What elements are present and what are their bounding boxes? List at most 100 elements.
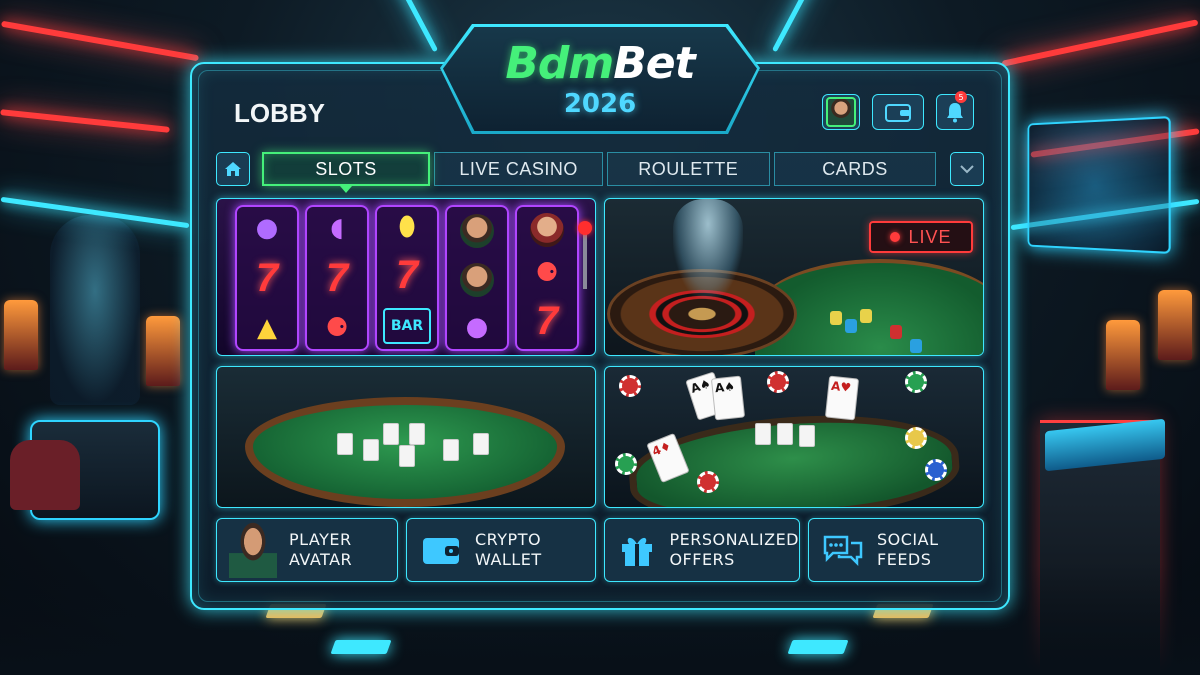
feature-player-avatar[interactable]: PLAYER AVATAR: [216, 518, 398, 582]
poker-chip: [925, 459, 947, 481]
slot-symbol-seven: 7: [255, 255, 279, 300]
poker-chip: [619, 375, 641, 397]
feature-icon-wrap: [617, 528, 657, 572]
chevron-down-icon: [960, 165, 974, 174]
playing-card: [799, 425, 815, 447]
feature-icon-wrap: [419, 528, 463, 572]
logo-wordmark: BdmBet: [505, 38, 695, 89]
chip-stack: [860, 309, 872, 323]
slot-machine: [146, 316, 180, 386]
slot-symbol-seven: 7: [325, 255, 349, 300]
hologram-dealer: [673, 199, 743, 299]
character-portrait-icon: [460, 262, 494, 297]
neon-light-cyan: [381, 0, 439, 53]
poker-chip: [767, 371, 789, 393]
plum-icon: ●: [465, 311, 489, 342]
feature-label: CRYPTO WALLET: [475, 530, 542, 569]
feature-personalized-offers[interactable]: PERSONALIZED OFFERS: [604, 518, 800, 582]
feature-icon-wrap: [821, 528, 865, 572]
logo-bet: Bet: [613, 38, 695, 89]
slot-machine: [4, 300, 38, 370]
live-badge: LIVE: [869, 221, 973, 253]
feature-label: PLAYER AVATAR: [289, 530, 353, 569]
floor-light: [787, 640, 849, 654]
wallet-icon: [423, 538, 459, 564]
gift-icon: [622, 537, 653, 566]
feature-crypto-wallet[interactable]: CRYPTO WALLET: [406, 518, 596, 582]
category-tabs: SLOTS LIVE CASINO ROULETTE CARDS: [216, 152, 985, 193]
logo-bdm: Bdm: [505, 38, 614, 89]
wallet-button[interactable]: [872, 94, 924, 130]
slot-machine: [1158, 290, 1192, 360]
chip-stack: [845, 319, 857, 333]
game-tile-cards[interactable]: A♠ A♠ A♥ 4♦: [604, 366, 984, 508]
slot-symbol-seven: 7: [535, 299, 559, 344]
slot-reel: ● 7 ▲: [235, 205, 299, 351]
game-tile-blackjack[interactable]: [216, 366, 596, 508]
game-tile-slots[interactable]: ● 7 ▲ ◖ 7 ⚈ ⬮ 7 BAR ● ⚈ 7: [216, 198, 596, 356]
playing-card: A♠: [710, 375, 746, 421]
slot-reel: ⚈ 7: [515, 205, 579, 351]
neon-light-red: [1001, 19, 1199, 67]
poker-chip: [905, 427, 927, 449]
live-dot-icon: [890, 232, 901, 242]
tab-live-casino[interactable]: LIVE CASINO: [434, 152, 603, 186]
playing-card: [755, 423, 771, 445]
character-portrait-icon: [530, 212, 564, 247]
neon-light-red: [0, 109, 170, 133]
playing-card: [363, 439, 379, 461]
chip-stack: [830, 311, 842, 325]
hologram-figure: [50, 215, 140, 405]
notifications-button[interactable]: 5: [936, 91, 974, 130]
chip-stack: [890, 325, 902, 339]
wallet-icon: [885, 104, 911, 122]
tab-roulette[interactable]: ROULETTE: [606, 152, 770, 186]
neon-light-red: [0, 20, 200, 62]
player-avatar-icon: [826, 97, 856, 127]
playing-card: [337, 433, 353, 455]
slot-symbol-bar: BAR: [382, 307, 432, 344]
poker-chip: [615, 453, 637, 475]
playing-card: [399, 445, 415, 467]
avatar-icon: [229, 522, 277, 578]
slot-reel: ⬮ 7 BAR: [375, 205, 439, 351]
poker-chip: [697, 471, 719, 493]
slot-lever-knob: [578, 221, 592, 235]
playing-card: [777, 423, 793, 445]
logo-year: 2026: [563, 89, 637, 119]
live-label: LIVE: [908, 226, 952, 247]
cherry-icon: ⚈: [535, 257, 559, 288]
feature-label: SOCIAL FEEDS: [877, 530, 939, 569]
neon-light-cyan: [771, 0, 829, 53]
more-tabs-button[interactable]: [950, 152, 985, 186]
playing-card: [383, 423, 399, 445]
eggplant-icon: ◖: [330, 213, 344, 244]
notification-badge: 5: [955, 91, 967, 103]
chip-stack: [910, 339, 922, 353]
playing-card: [409, 423, 425, 445]
tab-slots[interactable]: SLOTS: [261, 152, 431, 193]
feature-label: PERSONALIZED OFFERS: [669, 530, 799, 569]
playing-card: [443, 439, 459, 461]
feature-social-feeds[interactable]: SOCIAL FEEDS: [808, 518, 984, 582]
plum-icon: ●: [255, 213, 279, 244]
slot-lever: [583, 229, 587, 289]
bell-symbol-icon: ▲: [257, 312, 277, 343]
header-actions: 5: [822, 91, 974, 130]
bar-stool: [10, 440, 80, 510]
brand-logo: BdmBet 2026: [443, 27, 757, 131]
tab-cards[interactable]: CARDS: [773, 152, 937, 186]
chat-icon: [823, 535, 863, 567]
profile-button[interactable]: [822, 94, 860, 130]
page-title: LOBBY: [234, 98, 325, 128]
playing-card: [473, 433, 489, 455]
floor-light: [330, 640, 392, 654]
holographic-screen: [1027, 116, 1171, 254]
poker-chip: [905, 371, 927, 393]
home-button[interactable]: [216, 152, 250, 186]
character-portrait-icon: [460, 214, 494, 249]
bell-icon: [947, 103, 963, 123]
game-tile-live-casino[interactable]: LIVE: [604, 198, 984, 356]
cherry-icon: ⚈: [325, 312, 349, 343]
slot-reel: ◖ 7 ⚈: [305, 205, 369, 351]
